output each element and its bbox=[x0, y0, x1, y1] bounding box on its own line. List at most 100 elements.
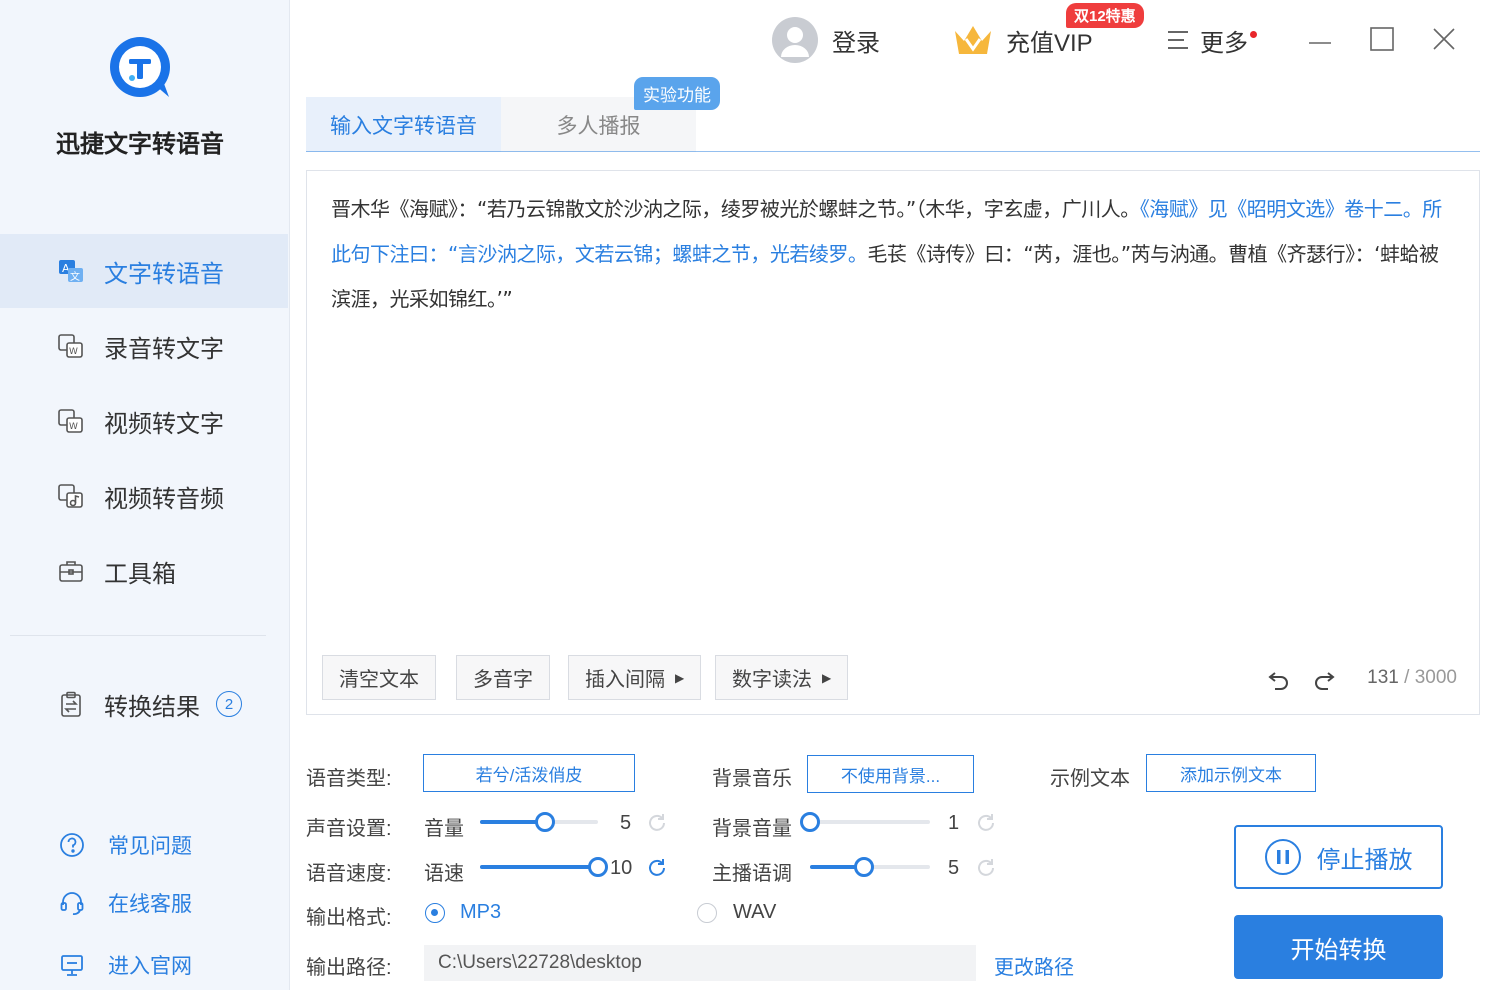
play-triangle-icon: ▶ bbox=[675, 670, 685, 685]
change-path-link[interactable]: 更改路径 bbox=[994, 951, 1074, 980]
rate-value: 10 bbox=[610, 857, 633, 879]
sidebar-item-label: 视频转文字 bbox=[104, 410, 224, 438]
sidebar-item-toolbox[interactable]: 工具箱 bbox=[0, 534, 288, 608]
svg-text:W: W bbox=[69, 422, 78, 432]
char-counter: 131 / 3000 bbox=[1367, 667, 1457, 688]
reset-bg-volume-icon[interactable] bbox=[975, 812, 997, 834]
clear-text-button[interactable]: 清空文本 bbox=[322, 655, 436, 700]
svg-text:文: 文 bbox=[70, 270, 80, 283]
sidebar-item-label: 工具箱 bbox=[104, 560, 176, 588]
sidebar-item-label: 录音转文字 bbox=[104, 335, 224, 363]
bg-music-select[interactable]: 不使用背景... bbox=[807, 755, 974, 793]
notification-dot bbox=[1250, 31, 1257, 38]
video-to-audio-icon bbox=[56, 481, 86, 511]
minimize-button[interactable] bbox=[1303, 22, 1337, 56]
voice-type-select[interactable]: 若兮/活泼俏皮 bbox=[423, 754, 635, 792]
reset-rate-icon[interactable] bbox=[646, 857, 668, 879]
text-editor[interactable]: 晋木华《海赋》：“若乃云锦散文於沙汭之际，绫罗被光於螺蚌之节。”（木华，字玄虚，… bbox=[306, 170, 1480, 715]
question-icon bbox=[58, 831, 86, 859]
bg-volume-label: 背景音量 bbox=[712, 818, 792, 840]
slider-knob[interactable] bbox=[588, 857, 608, 877]
slider-knob[interactable] bbox=[854, 857, 874, 877]
tool-label: 插入间隔 bbox=[585, 669, 665, 691]
redo-button[interactable] bbox=[1309, 665, 1339, 695]
reset-volume-icon[interactable] bbox=[646, 812, 668, 834]
reset-pitch-icon[interactable] bbox=[975, 857, 997, 879]
headset-icon bbox=[58, 889, 86, 917]
pause-icon bbox=[1264, 839, 1301, 875]
volume-label: 音量 bbox=[424, 818, 464, 840]
bg-music-label: 背景音乐 bbox=[712, 768, 792, 790]
close-icon bbox=[1433, 28, 1455, 50]
sidebar-item-video-to-text[interactable]: W 视频转文字 bbox=[0, 384, 288, 458]
help-label: 常见问题 bbox=[108, 835, 192, 858]
output-path-input[interactable] bbox=[424, 945, 976, 981]
pitch-slider[interactable] bbox=[810, 857, 930, 877]
sidebar-item-text-to-speech[interactable]: A文 文字转语音 bbox=[0, 234, 288, 308]
minimize-icon bbox=[1309, 42, 1331, 44]
sidebar-item-label: 转换结果 bbox=[104, 693, 200, 721]
audio-to-text-icon: W bbox=[56, 331, 86, 361]
format-mp3-radio[interactable] bbox=[425, 903, 445, 923]
sidebar: 迅捷文字转语音 A文 文字转语音 W 录音转文字 W 视频转文字 视频转音频 工… bbox=[0, 0, 290, 990]
start-label: 开始转换 bbox=[1290, 936, 1387, 964]
tab-underline bbox=[306, 151, 1480, 152]
video-to-text-icon: W bbox=[56, 406, 86, 436]
sidebar-item-results[interactable]: 转换结果 2 bbox=[0, 667, 288, 741]
tool-label: 清空文本 bbox=[339, 669, 419, 691]
more-menu-button[interactable]: 更多 bbox=[1166, 15, 1248, 65]
bg-volume-value: 1 bbox=[948, 812, 960, 834]
help-label: 在线客服 bbox=[108, 893, 192, 916]
volume-slider[interactable] bbox=[480, 812, 598, 832]
close-button[interactable] bbox=[1427, 22, 1461, 56]
slider-knob[interactable] bbox=[800, 812, 820, 832]
help-website-link[interactable]: 进入官网 bbox=[58, 945, 192, 985]
undo-button[interactable] bbox=[1264, 665, 1294, 695]
tool-label: 多音字 bbox=[473, 669, 533, 691]
toolbox-icon bbox=[56, 556, 86, 586]
format-wav-label[interactable]: WAV bbox=[733, 901, 776, 924]
app-logo-icon bbox=[110, 37, 170, 97]
tab-text-to-speech[interactable]: 输入文字转语音 bbox=[306, 97, 501, 152]
sound-settings-label: 声音设置: bbox=[306, 818, 392, 840]
start-convert-button[interactable]: 开始转换 bbox=[1234, 915, 1443, 979]
login-button[interactable]: 登录 bbox=[772, 15, 880, 65]
login-label: 登录 bbox=[832, 29, 880, 57]
help-support-link[interactable]: 在线客服 bbox=[58, 883, 192, 923]
sidebar-item-label: 视频转音频 bbox=[104, 485, 224, 513]
more-label: 更多 bbox=[1200, 29, 1248, 57]
sample-text-label: 示例文本 bbox=[1050, 768, 1130, 790]
char-max: 3000 bbox=[1414, 667, 1457, 688]
stop-playback-button[interactable]: 停止播放 bbox=[1234, 825, 1443, 889]
promo-badge: 双12特惠 bbox=[1066, 3, 1144, 28]
polyphone-button[interactable]: 多音字 bbox=[456, 655, 550, 700]
format-wav-radio[interactable] bbox=[697, 903, 717, 923]
sidebar-item-label: 文字转语音 bbox=[104, 260, 224, 288]
voice-type-label: 语音类型: bbox=[306, 768, 392, 790]
volume-value: 5 bbox=[620, 812, 632, 834]
add-sample-text-button[interactable]: 添加示例文本 bbox=[1146, 754, 1316, 792]
experimental-badge: 实验功能 bbox=[634, 77, 720, 110]
help-faq-link[interactable]: 常见问题 bbox=[58, 825, 192, 865]
sidebar-item-video-to-audio[interactable]: 视频转音频 bbox=[0, 459, 288, 533]
clipboard-icon bbox=[56, 689, 86, 719]
sidebar-divider bbox=[10, 635, 266, 636]
maximize-button[interactable] bbox=[1365, 22, 1399, 56]
format-mp3-label[interactable]: MP3 bbox=[460, 901, 501, 924]
insert-pause-button[interactable]: 插入间隔 ▶ bbox=[568, 655, 702, 700]
help-label: 进入官网 bbox=[108, 955, 192, 978]
rate-slider[interactable] bbox=[480, 857, 608, 877]
sidebar-item-audio-to-text[interactable]: W 录音转文字 bbox=[0, 309, 288, 383]
rate-label: 语速 bbox=[424, 863, 464, 885]
bg-volume-slider[interactable] bbox=[800, 812, 930, 832]
editor-content[interactable]: 晋木华《海赋》：“若乃云锦散文於沙汭之际，绫罗被光於螺蚌之节。”（木华，字玄虚，… bbox=[331, 187, 1456, 322]
pitch-value: 5 bbox=[948, 857, 960, 879]
number-reading-button[interactable]: 数字读法 ▶ bbox=[715, 655, 849, 700]
slider-knob[interactable] bbox=[534, 812, 555, 832]
speed-label: 语音速度: bbox=[306, 863, 392, 885]
undo-icon bbox=[1268, 672, 1288, 690]
text-segment: 晋木华《海赋》：“若乃云锦散文於沙汭之际，绫罗被光於螺蚌之节。”（木华，字玄虚，… bbox=[331, 197, 1140, 221]
app-name: 迅捷文字转语音 bbox=[56, 131, 224, 158]
svg-text:W: W bbox=[69, 347, 78, 357]
play-triangle-icon: ▶ bbox=[822, 670, 832, 685]
